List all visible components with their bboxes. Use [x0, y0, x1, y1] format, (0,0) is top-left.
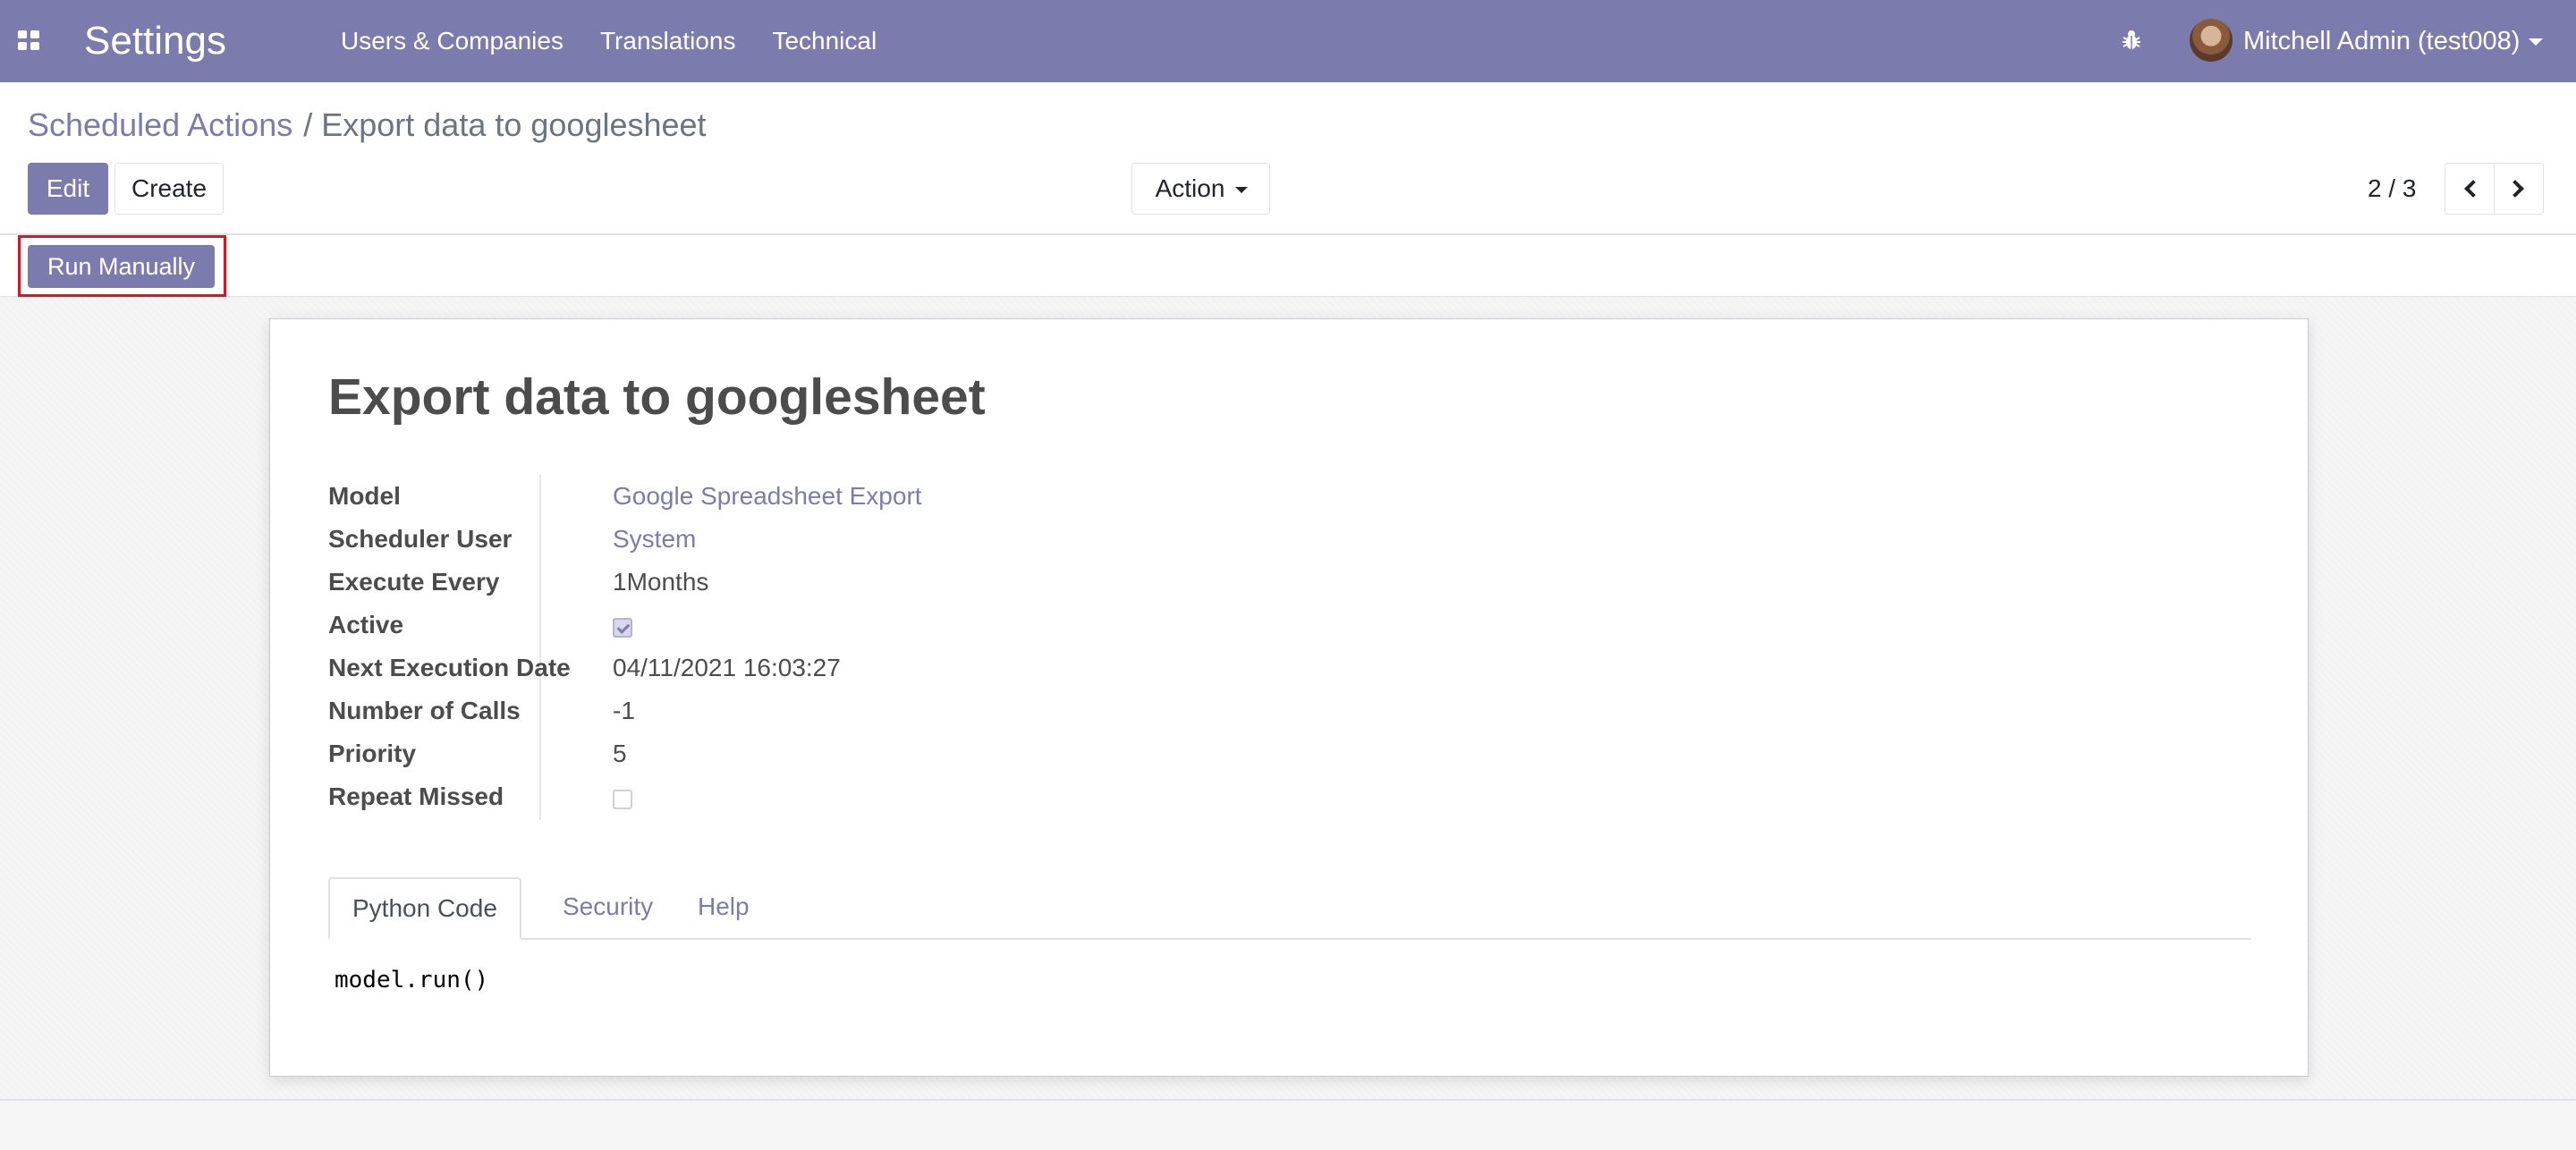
next-execution-date-value: 04/11/2021 16:03:27: [613, 654, 841, 681]
form-statusbar: Run Manually: [0, 235, 2576, 297]
pager-previous-button[interactable]: [2445, 163, 2495, 215]
menu-translations[interactable]: Translations: [600, 25, 735, 57]
field-next-execution-date: Next Execution Date 04/11/2021 16:03:27: [328, 647, 1133, 689]
field-label: Next Execution Date: [328, 654, 571, 681]
chevron-down-icon[interactable]: [2529, 38, 2543, 46]
edit-button[interactable]: Edit: [28, 163, 108, 215]
app-title[interactable]: Settings: [84, 16, 226, 66]
field-model: Model Google Spreadsheet Export: [328, 475, 1133, 518]
field-number-of-calls: Number of Calls -1: [328, 689, 1133, 732]
menu-users-companies[interactable]: Users & Companies: [341, 25, 564, 57]
breadcrumb-separator: /: [303, 106, 313, 143]
field-label: Scheduler User: [328, 525, 513, 553]
number-of-calls-value: -1: [613, 697, 635, 724]
repeat-missed-checkbox: [613, 790, 632, 809]
field-label: Repeat Missed: [328, 782, 504, 810]
form-sheet: Export data to googlesheet Model Google …: [269, 318, 2309, 1077]
field-execute-every: Execute Every 1Months: [328, 561, 1133, 604]
main-menu: Users & Companies Translations Technical: [341, 25, 913, 57]
field-priority: Priority 5: [328, 732, 1133, 775]
notebook-tabs: Python Code Security Help: [328, 877, 2251, 940]
breadcrumb: Scheduled Actions / Export data to googles…: [28, 105, 707, 146]
tab-python-code[interactable]: Python Code: [328, 877, 521, 940]
action-dropdown[interactable]: Action: [1131, 163, 1270, 215]
pager-next-button[interactable]: [2494, 163, 2544, 215]
user-menu-name[interactable]: Mitchell Admin (test008): [2243, 25, 2520, 57]
priority-value: 5: [613, 740, 627, 767]
menu-technical[interactable]: Technical: [772, 25, 877, 57]
breadcrumb-parent[interactable]: Scheduled Actions: [28, 106, 292, 143]
field-scheduler-user: Scheduler User System: [328, 518, 1133, 561]
scheduler-user-link[interactable]: System: [613, 523, 696, 555]
execute-every-value: 1Months: [613, 568, 709, 596]
tab-security[interactable]: Security: [540, 877, 675, 940]
caret-down-icon: [1235, 187, 1248, 193]
model-link[interactable]: Google Spreadsheet Export: [613, 480, 922, 512]
field-label: Active: [328, 611, 404, 638]
field-label: Priority: [328, 740, 417, 767]
python-code[interactable]: model.run(): [335, 965, 488, 995]
bug-icon[interactable]: [2118, 27, 2145, 54]
run-manually-button[interactable]: Run Manually: [28, 245, 215, 288]
field-active: Active: [328, 604, 1133, 647]
field-label: Model: [328, 482, 401, 510]
action-dropdown-label: Action: [1155, 174, 1225, 202]
breadcrumb-current: Export data to googlesheet: [321, 106, 707, 143]
chevron-right-icon: [2506, 180, 2524, 198]
field-repeat-missed: Repeat Missed: [328, 775, 1133, 818]
pager-value[interactable]: 2 / 3: [2368, 173, 2416, 205]
record-title: Export data to googlesheet: [328, 368, 986, 426]
create-button[interactable]: Create: [114, 163, 224, 215]
chevron-left-icon: [2464, 180, 2482, 198]
control-panel: Scheduled Actions / Export data to googles…: [0, 82, 2576, 235]
bottom-bar: [0, 1099, 2576, 1150]
active-checkbox: [613, 618, 632, 638]
field-label: Execute Every: [328, 568, 500, 596]
field-list: Model Google Spreadsheet Export Schedule…: [328, 475, 1133, 818]
field-label: Number of Calls: [328, 697, 521, 724]
apps-grid-icon[interactable]: [18, 30, 39, 50]
avatar[interactable]: [2190, 19, 2233, 62]
top-navbar: Settings Users & Companies Translations …: [0, 0, 2576, 82]
tab-help[interactable]: Help: [675, 877, 772, 940]
